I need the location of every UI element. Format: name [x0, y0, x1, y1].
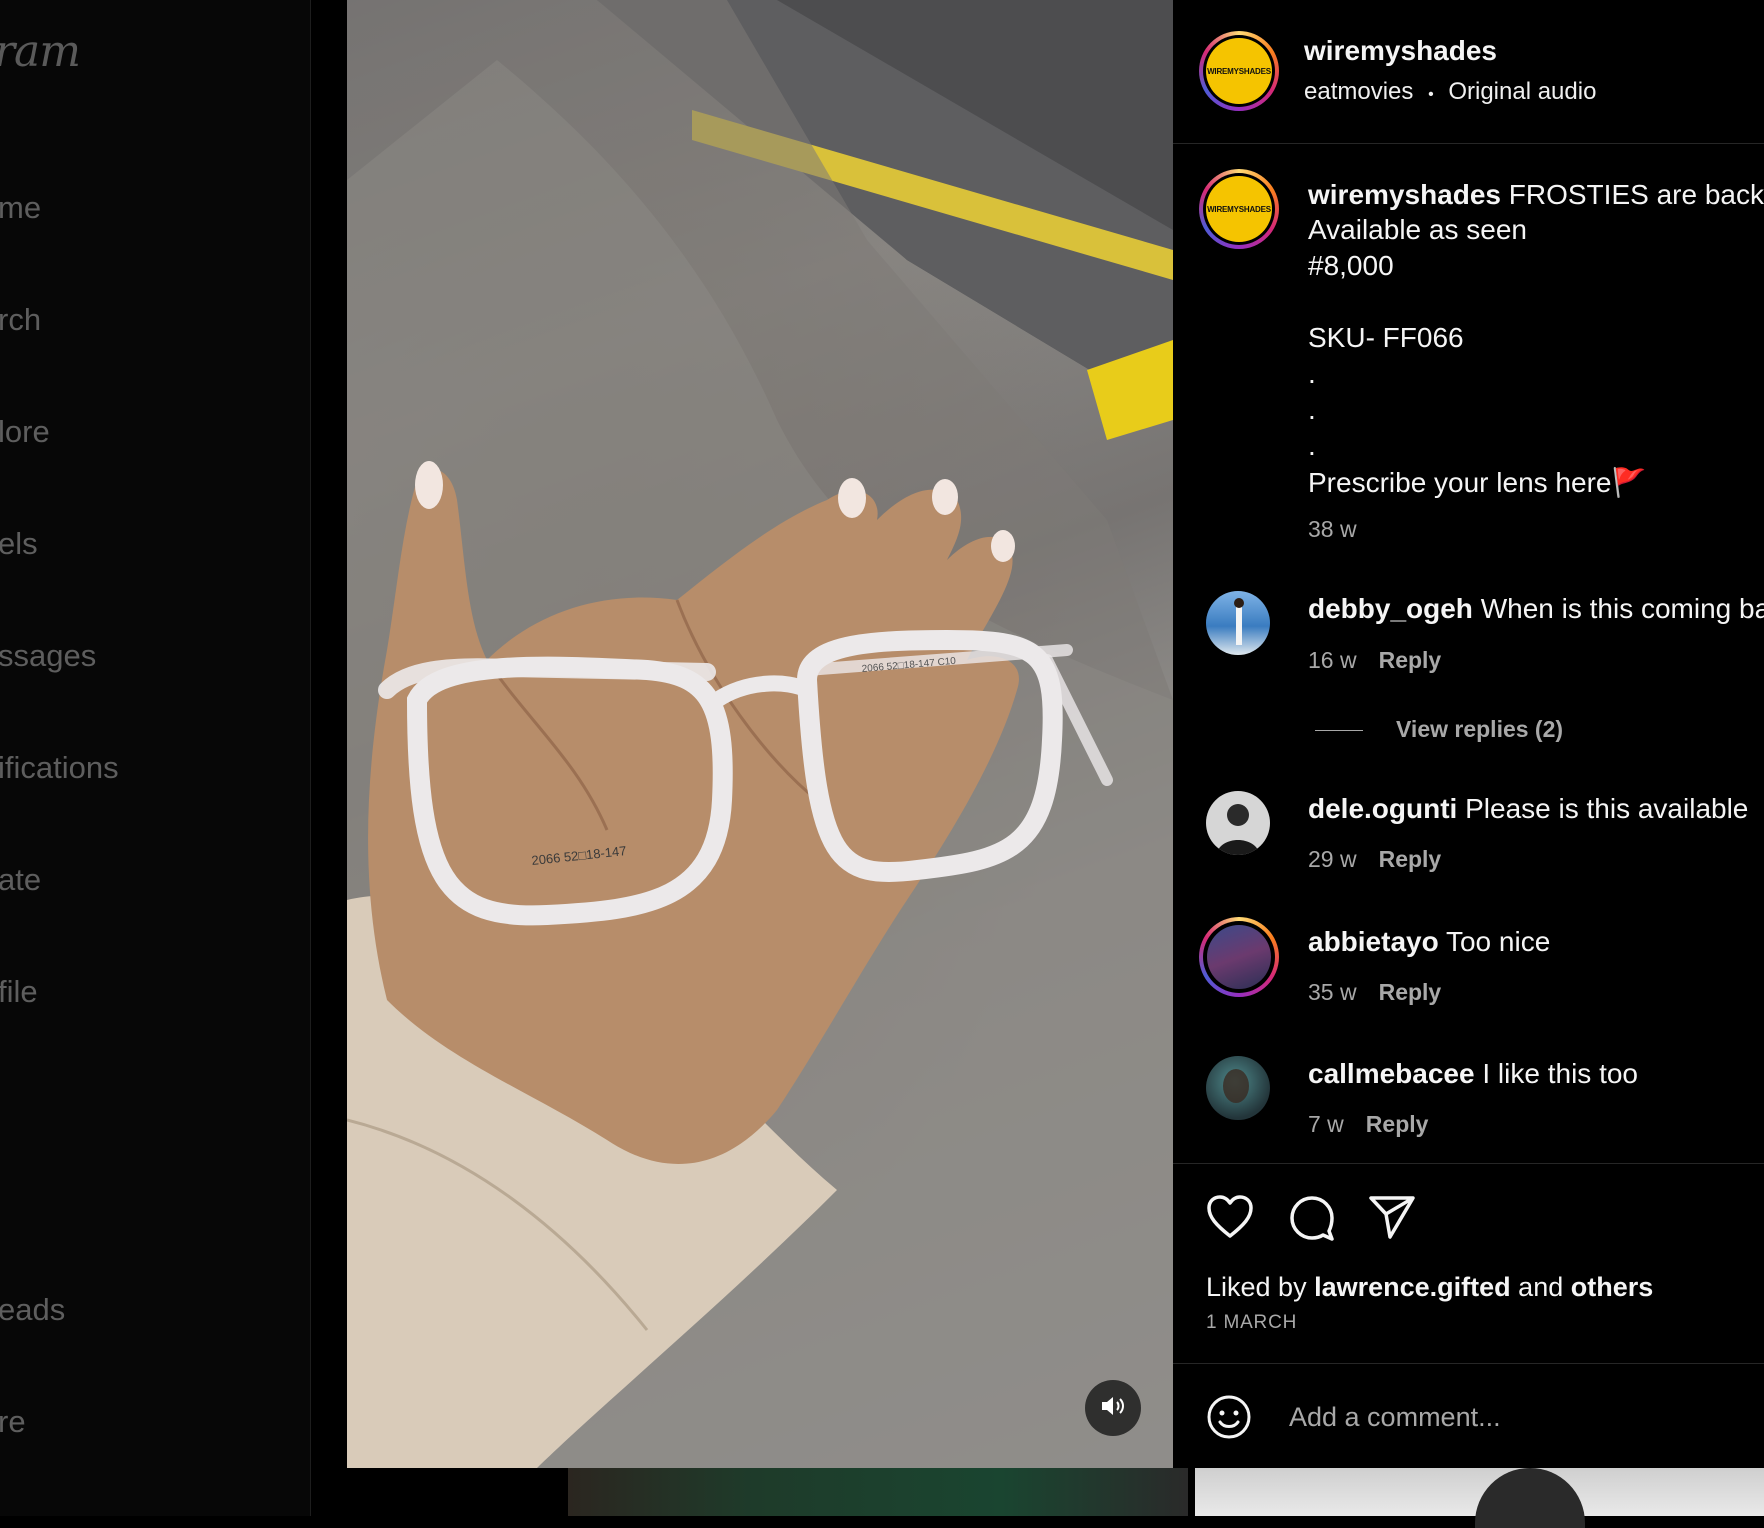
comment-age[interactable]: 35 w	[1308, 979, 1357, 1005]
comment-input[interactable]	[1287, 1394, 1731, 1440]
nav-search[interactable]: rch	[0, 302, 41, 338]
caption-line: #8,000	[1308, 250, 1394, 281]
comment-username[interactable]: dele.ogunti	[1308, 793, 1457, 824]
feed-thumbnail	[568, 1468, 1188, 1516]
caption-line: .	[1308, 430, 1316, 461]
nav-more[interactable]: re	[0, 1404, 26, 1440]
audio-separator: •	[1428, 86, 1434, 103]
comment-meta: 7 w Reply	[1308, 1111, 1428, 1138]
comment-meta: 29 w Reply	[1308, 846, 1441, 873]
commenter-avatar[interactable]	[1199, 917, 1279, 997]
comment-age[interactable]: 16 w	[1308, 647, 1357, 673]
caption-line: Prescribe your lens here🚩	[1308, 467, 1647, 498]
caption-age[interactable]: 38 w	[1308, 516, 1357, 543]
caption-line: .	[1308, 394, 1316, 425]
caption-first-line: wiremyshades FROSTIES are back🔥	[1308, 178, 1764, 211]
audio-info: eatmovies • Original audio	[1304, 78, 1596, 106]
feed-thumbnail	[1195, 1468, 1764, 1528]
post-actions: Liked by lawrence.gifted and others 1 MA…	[1173, 1163, 1764, 1364]
comment-icon[interactable]	[1288, 1194, 1336, 1247]
emoji-icon[interactable]	[1206, 1394, 1252, 1445]
speaker-icon	[1100, 1394, 1126, 1423]
nav-explore[interactable]: lore	[0, 414, 50, 450]
comment-meta: 16 w Reply	[1308, 647, 1441, 674]
nav-profile[interactable]: file	[0, 974, 38, 1010]
comment-meta: 35 w Reply	[1308, 979, 1441, 1006]
brand-logo: WIREMYSHADES	[1206, 176, 1272, 242]
comment-username[interactable]: callmebacee	[1308, 1058, 1475, 1089]
audio-label[interactable]: Original audio	[1448, 78, 1596, 105]
reply-button[interactable]: Reply	[1366, 1111, 1429, 1137]
liked-by-others[interactable]: others	[1571, 1272, 1654, 1302]
comment-text: debby_ogeh When is this coming back	[1308, 593, 1764, 624]
likes-summary: Liked by lawrence.gifted and others	[1206, 1272, 1654, 1302]
view-replies-button[interactable]: View replies (2)	[1396, 716, 1563, 743]
commenter-avatar[interactable]	[1206, 791, 1270, 855]
caption-line: .	[1308, 358, 1316, 389]
nav-threads[interactable]: eads	[0, 1292, 65, 1328]
reel-video[interactable]: 2066 52□18-147 2066 52□18-147 C10	[347, 0, 1173, 1468]
heart-icon[interactable]	[1206, 1194, 1254, 1245]
reply-button[interactable]: Reply	[1379, 979, 1442, 1005]
post-header: WIREMYSHADES wiremyshades eatmovies • Or…	[1173, 0, 1764, 144]
brand-logo: WIREMYSHADES	[1206, 38, 1272, 104]
post-detail-panel: WIREMYSHADES wiremyshades eatmovies • Or…	[1173, 0, 1764, 1468]
sidebar: ram me rch lore els ssages ifications at…	[0, 0, 311, 1516]
reply-button[interactable]: Reply	[1379, 647, 1442, 673]
instagram-logo[interactable]: ram	[0, 26, 81, 77]
comment-text: dele.ogunti Please is this available	[1308, 793, 1749, 824]
caption-username[interactable]: wiremyshades	[1308, 179, 1501, 210]
replies-divider	[1315, 730, 1363, 731]
author-username[interactable]: wiremyshades	[1304, 35, 1497, 67]
nav-home[interactable]: me	[0, 190, 41, 226]
reply-button[interactable]: Reply	[1379, 846, 1442, 872]
avatar-photo	[1207, 925, 1271, 989]
comment-text: callmebacee I like this too	[1308, 1058, 1638, 1089]
comment-age[interactable]: 29 w	[1308, 846, 1357, 872]
audio-artist[interactable]: eatmovies	[1304, 78, 1413, 105]
add-comment-bar	[1173, 1363, 1764, 1469]
comment-username[interactable]: abbietayo	[1308, 926, 1439, 957]
share-icon[interactable]	[1368, 1194, 1416, 1245]
nav-notifications[interactable]: ifications	[0, 750, 119, 786]
caption-line: SKU- FF066	[1308, 322, 1464, 353]
caption-text: FROSTIES are back🔥	[1508, 179, 1764, 210]
commenter-avatar[interactable]	[1206, 591, 1270, 655]
comment-age[interactable]: 7 w	[1308, 1111, 1344, 1137]
liked-by-user[interactable]: lawrence.gifted	[1314, 1272, 1511, 1302]
author-avatar[interactable]: WIREMYSHADES	[1199, 31, 1279, 111]
nav-messages[interactable]: ssages	[0, 638, 96, 674]
comment-username[interactable]: debby_ogeh	[1308, 593, 1473, 624]
mute-toggle-button[interactable]	[1085, 1380, 1141, 1436]
nav-reels[interactable]: els	[0, 526, 38, 562]
comments-area[interactable]: WIREMYSHADES wiremyshades FROSTIES are b…	[1173, 143, 1764, 1163]
caption-avatar[interactable]: WIREMYSHADES	[1199, 169, 1279, 249]
nav-create[interactable]: ate	[0, 862, 41, 898]
caption-line: Available as seen	[1308, 214, 1527, 245]
video-frame-image: 2066 52□18-147 2066 52□18-147 C10	[347, 0, 1173, 1468]
commenter-avatar[interactable]	[1206, 1056, 1270, 1120]
comment-text: abbietayo Too nice	[1308, 926, 1551, 957]
post-date[interactable]: 1 MARCH	[1206, 1312, 1297, 1334]
